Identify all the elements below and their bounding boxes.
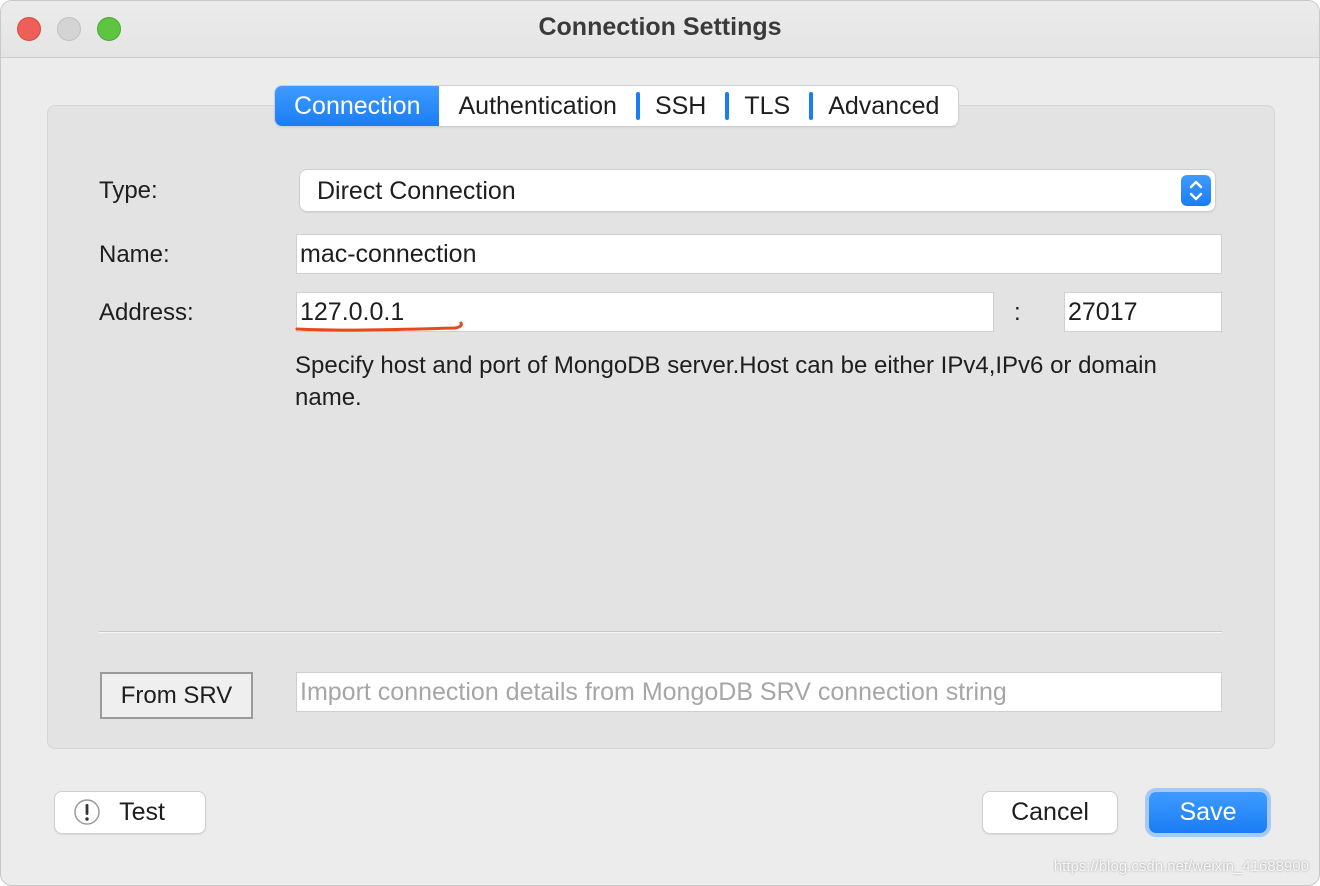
from-srv-button[interactable]: From SRV bbox=[100, 672, 253, 719]
chevron-up-down-icon bbox=[1181, 175, 1211, 206]
tab-tls[interactable]: TLS bbox=[725, 86, 809, 126]
save-button[interactable]: Save bbox=[1149, 792, 1267, 833]
connection-type-value: Direct Connection bbox=[317, 177, 516, 205]
test-button[interactable]: Test bbox=[55, 792, 205, 833]
type-label: Type: bbox=[99, 177, 158, 204]
section-divider bbox=[99, 631, 1222, 633]
warning-bubble-icon bbox=[74, 799, 100, 825]
name-field[interactable]: mac-connection bbox=[296, 234, 1222, 274]
port-field[interactable]: 27017 bbox=[1064, 292, 1222, 332]
red-annotation-underline bbox=[295, 321, 463, 332]
tab-connection[interactable]: Connection bbox=[275, 86, 440, 126]
window-title: Connection Settings bbox=[538, 13, 782, 41]
srv-connection-string-field[interactable]: Import connection details from MongoDB S… bbox=[296, 672, 1222, 712]
title-bar[interactable]: Connection Settings bbox=[1, 1, 1319, 58]
name-label: Name: bbox=[99, 241, 170, 268]
connection-settings-window: Connection Settings Connection Authentic… bbox=[0, 0, 1320, 886]
cancel-button[interactable]: Cancel bbox=[983, 792, 1117, 833]
watermark-text: https://blog.csdn.net/weixin_41688900 bbox=[1053, 858, 1309, 875]
tab-bar: Connection Authentication SSH TLS Advanc… bbox=[275, 86, 959, 126]
tab-advanced[interactable]: Advanced bbox=[809, 86, 958, 126]
port-separator: : bbox=[1014, 299, 1021, 326]
address-label: Address: bbox=[99, 299, 194, 326]
connection-type-select[interactable]: Direct Connection bbox=[300, 170, 1215, 211]
tab-ssh[interactable]: SSH bbox=[635, 86, 725, 126]
test-button-label: Test bbox=[119, 798, 165, 826]
address-hint-text: Specify host and port of MongoDB server.… bbox=[295, 352, 1157, 411]
tab-authentication[interactable]: Authentication bbox=[439, 86, 635, 126]
